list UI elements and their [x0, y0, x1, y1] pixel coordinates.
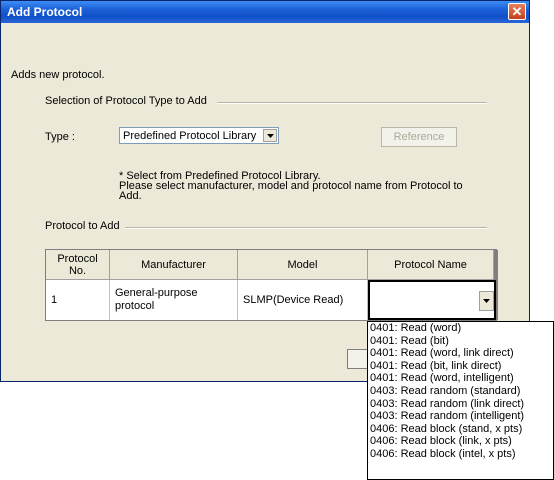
chevron-down-icon[interactable] [263, 129, 277, 142]
chevron-down-icon[interactable] [479, 291, 494, 311]
dropdown-option[interactable]: 0401: Read (bit, link direct) [368, 360, 553, 373]
dropdown-option[interactable]: 0403: Read random (standard) [368, 385, 553, 398]
dropdown-option[interactable]: 0403: Read random (intelligent) [368, 410, 553, 423]
cell-model[interactable]: SLMP(Device Read) [238, 280, 368, 320]
dropdown-option[interactable]: 0401: Read (bit) [368, 335, 553, 348]
dropdown-option[interactable]: 0406: Read block (intel, x pts) [368, 448, 553, 461]
type-note-line: Add. [119, 190, 142, 202]
dropdown-option[interactable]: 0406: Read block (stand, x pts) [368, 423, 553, 436]
protocol-group-label: Protocol to Add [45, 220, 120, 232]
dropdown-option[interactable]: 0406: Read block (link, x pts) [368, 435, 553, 448]
cell-manufacturer[interactable]: General-purpose protocol [110, 280, 238, 320]
protocol-name-dropdown: 0401: Read (word) 0401: Read (bit) 0401:… [367, 321, 554, 480]
protocol-table: Protocol No. Manufacturer Model Protocol… [45, 249, 498, 321]
type-group-label: Selection of Protocol Type to Add [45, 95, 207, 107]
description-text: Adds new protocol. [11, 69, 105, 81]
column-header-manufacturer[interactable]: Manufacturer [110, 250, 238, 280]
protocol-type-value: Predefined Protocol Library [123, 130, 257, 142]
protocol-type-select[interactable]: Predefined Protocol Library [119, 127, 279, 144]
reference-button[interactable]: Reference [381, 127, 457, 147]
type-note: * Select from Predefined Protocol Librar… [119, 171, 463, 202]
column-header-protocol-no[interactable]: Protocol No. [46, 250, 110, 280]
dropdown-option[interactable]: 0401: Read (word, intelligent) [368, 372, 553, 385]
dropdown-option[interactable]: 0403: Read random (link direct) [368, 398, 553, 411]
type-group-divider [217, 102, 487, 104]
cell-protocol-no[interactable]: 1 [46, 280, 110, 320]
protocol-group-divider [125, 227, 487, 229]
dropdown-option[interactable]: 0401: Read (word) [368, 322, 553, 335]
protocol-name-select[interactable] [368, 280, 496, 320]
close-button[interactable]: ✕ [508, 3, 526, 20]
type-note-line: Please select manufacturer, model and pr… [119, 180, 463, 192]
window-title: Add Protocol [7, 5, 83, 19]
column-header-model[interactable]: Model [238, 250, 368, 280]
column-header-protocol-name[interactable]: Protocol Name [368, 250, 494, 280]
type-label: Type : [45, 131, 75, 143]
title-bar[interactable]: Add Protocol ✕ [1, 1, 529, 23]
close-icon: ✕ [511, 4, 523, 19]
dropdown-option[interactable]: 0401: Read (word, link direct) [368, 347, 553, 360]
